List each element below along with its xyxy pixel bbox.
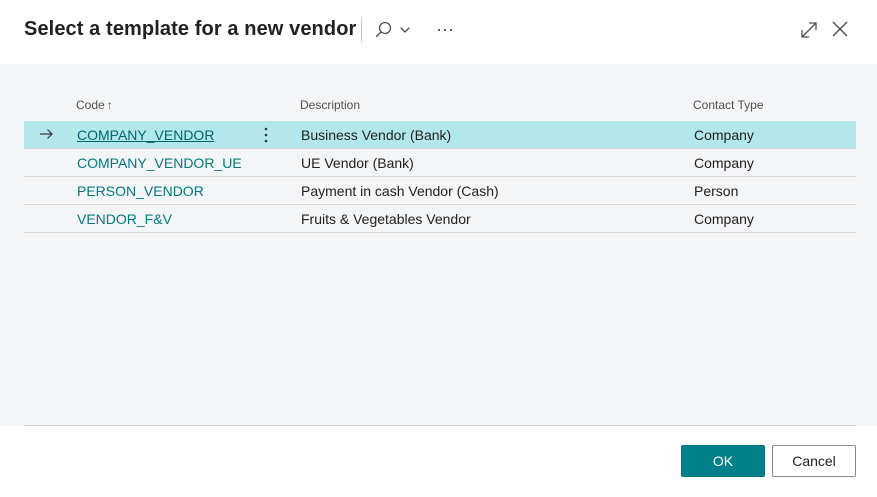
column-header-code[interactable]: Code ↑	[76, 98, 113, 112]
table-row[interactable]: PERSON_VENDOR Payment in cash Vendor (Ca…	[24, 177, 856, 205]
table-row[interactable]: VENDOR_F&V Fruits & Vegetables Vendor Co…	[24, 205, 856, 233]
table-row[interactable]: COMPANY_VENDOR_UE UE Vendor (Bank) Compa…	[24, 149, 856, 177]
close-icon	[832, 21, 848, 37]
column-header-description[interactable]: Description	[300, 98, 360, 112]
ok-button[interactable]: OK	[681, 445, 765, 477]
arrow-right-icon	[40, 129, 53, 139]
list-area	[0, 64, 877, 426]
column-header-contact-type[interactable]: Contact Type	[693, 98, 764, 112]
code-link[interactable]: COMPANY_VENDOR	[77, 127, 214, 143]
contact-type-cell: Company	[694, 127, 754, 143]
code-link[interactable]: COMPANY_VENDOR_UE	[77, 155, 242, 171]
contact-type-cell: Company	[694, 155, 754, 171]
search-button[interactable]	[373, 18, 415, 42]
more-options-icon	[437, 28, 453, 32]
contact-type-cell: Person	[694, 183, 739, 199]
description-cell: Payment in cash Vendor (Cash)	[301, 183, 499, 199]
table-row[interactable]: COMPANY_VENDOR Business Vendor (Bank) Co…	[24, 121, 856, 149]
column-header-code-label: Code	[76, 98, 105, 112]
row-actions-icon[interactable]	[258, 125, 274, 145]
expand-icon	[801, 22, 817, 38]
toolbar-divider	[361, 18, 362, 42]
expand-button[interactable]	[797, 18, 821, 42]
sort-ascending-icon: ↑	[106, 98, 113, 112]
dialog-header: Select a template for a new vendor	[0, 0, 877, 64]
code-link[interactable]: PERSON_VENDOR	[77, 183, 204, 199]
contact-type-cell: Company	[694, 211, 754, 227]
description-cell: UE Vendor (Bank)	[301, 155, 414, 171]
code-link[interactable]: VENDOR_F&V	[77, 211, 172, 227]
cancel-button[interactable]: Cancel	[772, 445, 856, 477]
more-options-button[interactable]	[432, 18, 458, 42]
footer-divider	[24, 425, 856, 426]
dialog-title: Select a template for a new vendor	[24, 18, 357, 40]
search-icon	[375, 21, 410, 38]
description-cell: Business Vendor (Bank)	[301, 127, 452, 143]
chevron-down-icon	[400, 27, 410, 33]
close-button[interactable]	[828, 17, 852, 41]
description-cell: Fruits & Vegetables Vendor	[301, 211, 471, 227]
